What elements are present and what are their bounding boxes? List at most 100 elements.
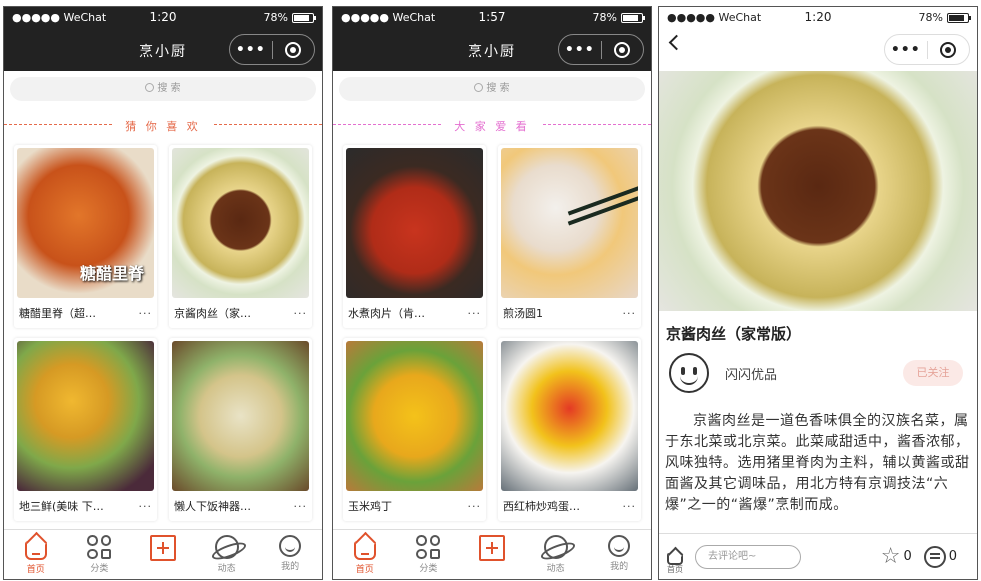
recipe-title: 懒人下饭神器… — [174, 500, 251, 513]
recipe-image — [17, 341, 154, 491]
mini-program-capsule: ••• — [558, 34, 644, 65]
author-name: 闪闪优品 — [725, 367, 778, 383]
recipe-image — [346, 341, 483, 491]
section-title: 猜 你 喜 欢 — [113, 120, 213, 133]
close-program-button[interactable] — [602, 41, 644, 58]
recipe-image — [501, 148, 638, 298]
card-more-button[interactable]: ··· — [463, 500, 481, 513]
recipe-card[interactable]: 水煮肉片（肯… ··· — [343, 145, 486, 328]
tab-label: 首页 — [26, 565, 45, 575]
comment-icon[interactable] — [923, 545, 946, 568]
nav-bar: ••• — [659, 29, 977, 71]
tab-bar: 首页 分类 动态 我的 — [333, 529, 651, 579]
mini-program-capsule: ••• — [884, 34, 970, 65]
home-button[interactable] — [667, 549, 685, 565]
home-label: 首页 — [667, 565, 683, 574]
card-more-button[interactable]: ··· — [289, 500, 307, 513]
card-more-button[interactable]: ··· — [618, 500, 636, 513]
tab-home[interactable]: 首页 — [4, 530, 68, 579]
recipe-image — [172, 148, 309, 298]
card-more-button[interactable]: ··· — [134, 307, 152, 320]
recipe-image — [501, 341, 638, 491]
tab-profile[interactable]: 我的 — [258, 530, 322, 579]
comment-bar: 首页 去评论吧~ ☆ 0 0 — [659, 533, 977, 579]
card-more-button[interactable]: ··· — [134, 500, 152, 513]
phone-screen-home-1: ●●●●● WeChat 1:20 78% 烹小厨 ••• 搜 索 猜 你 喜 … — [3, 6, 323, 580]
recipe-title: 煎汤圆1 — [503, 307, 543, 320]
target-icon — [940, 41, 957, 58]
search-placeholder: 搜 索 — [486, 83, 510, 94]
follow-button[interactable]: 已关注 — [903, 360, 963, 386]
more-menu-button[interactable]: ••• — [230, 40, 273, 59]
battery-percent: 78% — [918, 11, 943, 24]
tab-label: 我的 — [610, 562, 629, 572]
battery-indicator: 78% — [918, 11, 971, 24]
like-count: 0 — [903, 549, 912, 564]
recipe-card[interactable]: 煎汤圆1 ··· — [498, 145, 641, 328]
search-input[interactable]: 搜 索 — [339, 77, 645, 101]
header: ●●●●● WeChat 1:57 78% 烹小厨 ••• — [333, 7, 651, 71]
star-icon[interactable]: ☆ — [881, 544, 901, 569]
recipe-title: 地三鲜(美味 下… — [19, 500, 104, 513]
comment-input[interactable]: 去评论吧~ — [695, 544, 801, 569]
author-row: 闪闪优品 已关注 — [669, 353, 969, 393]
recipe-image — [346, 148, 483, 298]
tab-home[interactable]: 首页 — [333, 530, 397, 579]
close-program-button[interactable] — [273, 41, 315, 58]
phone-screen-detail: ●●●●● WeChat 1:20 78% ••• 京酱肉丝（家常版） 闪闪优品… — [658, 6, 978, 580]
section-title: 大 家 爱 看 — [442, 120, 542, 133]
battery-percent: 78% — [263, 11, 288, 24]
battery-icon — [947, 12, 971, 23]
tab-add[interactable] — [131, 530, 195, 579]
profile-icon — [279, 535, 302, 557]
recipe-card[interactable]: 地三鲜(美味 下… ··· — [14, 338, 157, 521]
phone-screen-home-2: ●●●●● WeChat 1:57 78% 烹小厨 ••• 搜 索 大 家 爱 … — [332, 6, 652, 580]
recipe-card[interactable]: 糖醋里脊 糖醋里脊（超… ··· — [14, 145, 157, 328]
tab-feed[interactable]: 动态 — [524, 530, 588, 579]
status-bar: ●●●●● WeChat 1:57 78% — [333, 7, 651, 29]
recipe-card[interactable]: 玉米鸡丁 ··· — [343, 338, 486, 521]
back-arrow-icon[interactable] — [668, 34, 685, 51]
tab-add[interactable] — [460, 530, 524, 579]
battery-percent: 78% — [592, 11, 617, 24]
tab-profile[interactable]: 我的 — [587, 530, 651, 579]
category-icon — [416, 535, 441, 559]
nav-bar: 烹小厨 ••• — [333, 29, 651, 71]
category-icon — [87, 535, 112, 559]
tab-category[interactable]: 分类 — [397, 530, 461, 579]
search-icon — [145, 83, 155, 92]
tab-label: 分类 — [90, 564, 109, 574]
target-icon — [614, 41, 631, 58]
tab-label: 首页 — [355, 565, 374, 575]
tab-feed[interactable]: 动态 — [195, 530, 259, 579]
tab-category[interactable]: 分类 — [68, 530, 132, 579]
image-watermark: 糖醋里脊 — [79, 264, 144, 283]
add-icon — [478, 535, 505, 561]
recipe-card[interactable]: 西红柿炒鸡蛋… ··· — [498, 338, 641, 521]
avatar[interactable] — [669, 353, 709, 393]
planet-icon — [543, 535, 568, 559]
recipe-title: 西红柿炒鸡蛋… — [503, 500, 580, 513]
close-program-button[interactable] — [928, 41, 970, 58]
card-more-button[interactable]: ··· — [289, 307, 307, 320]
recipe-title: 京酱肉丝（家常版） — [666, 325, 802, 343]
profile-icon — [608, 535, 631, 557]
recipe-title: 水煮肉片（肯… — [348, 307, 425, 320]
status-bar: ●●●●● WeChat 1:20 78% — [4, 7, 322, 29]
more-menu-button[interactable]: ••• — [885, 40, 928, 59]
search-input[interactable]: 搜 索 — [10, 77, 316, 101]
recipe-grid: 糖醋里脊 糖醋里脊（超… ··· 京酱肉丝（家… ··· 地三鲜(美味 下… ··· 懒… — [4, 135, 322, 521]
planet-icon — [214, 535, 239, 559]
recipe-card[interactable]: 京酱肉丝（家… ··· — [169, 145, 312, 328]
mini-program-capsule: ••• — [229, 34, 315, 65]
tab-label: 分类 — [419, 564, 438, 574]
recipe-hero-image — [659, 71, 977, 311]
card-more-button[interactable]: ··· — [463, 307, 481, 320]
recipe-card[interactable]: 懒人下饭神器… ··· — [169, 338, 312, 521]
recipe-description: 京酱肉丝是一道色香味俱全的汉族名菜，属于东北菜或北京菜。此菜咸甜适中，酱香浓郁，… — [665, 413, 970, 513]
card-more-button[interactable]: ··· — [618, 307, 636, 320]
recipe-grid: 水煮肉片（肯… ··· 煎汤圆1 ··· 玉米鸡丁 ··· 西红柿炒鸡蛋… ··· — [333, 135, 651, 521]
tab-bar: 首页 分类 动态 我的 — [4, 529, 322, 579]
more-menu-button[interactable]: ••• — [559, 40, 602, 59]
home-icon — [24, 541, 47, 560]
